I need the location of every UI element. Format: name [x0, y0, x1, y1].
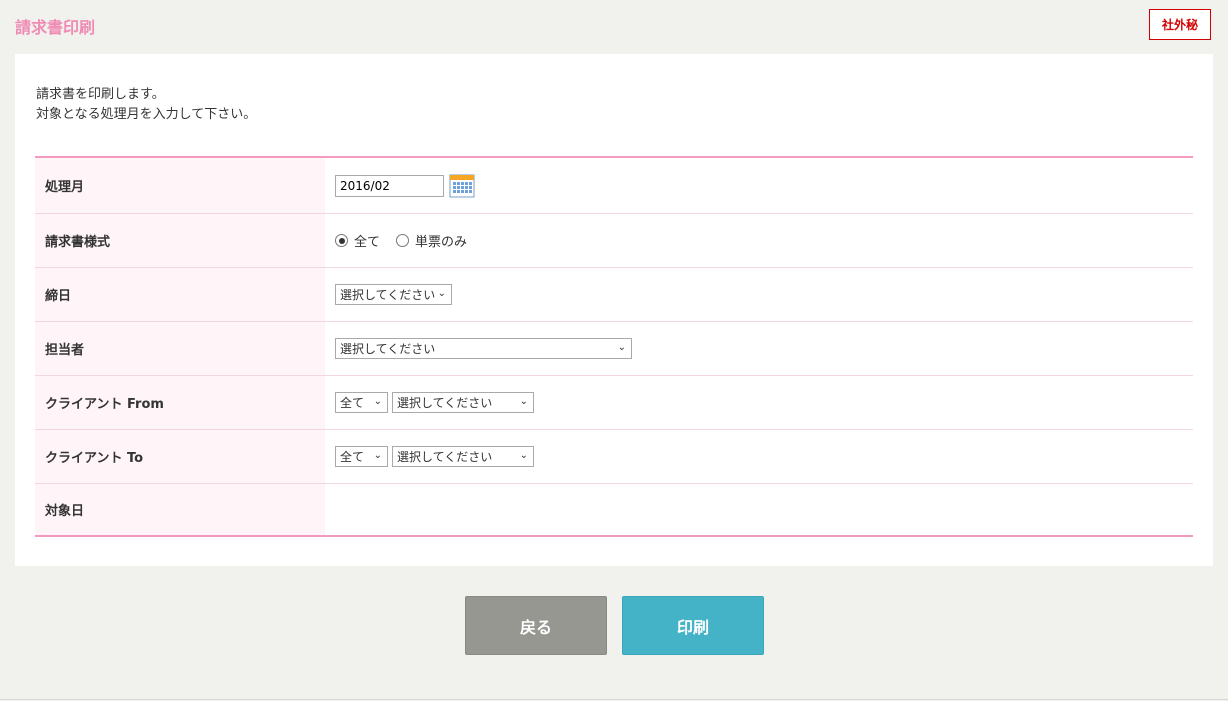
label-invoice-format: 請求書様式 [35, 214, 325, 267]
person-in-charge-select-value: 選択してください [340, 342, 436, 356]
client-to-select-value: 選択してください [397, 450, 493, 464]
calendar-icon[interactable] [449, 173, 475, 199]
intro-line-1: 請求書を印刷します。 [36, 87, 165, 102]
form-table: 処理月 請求書様式 [35, 156, 1193, 537]
form-row-client-to: クライアント To 全て ⌄ 選択してください ⌄ [35, 430, 1193, 484]
intro-text: 請求書を印刷します。 対象となる処理月を入力して下さい。 [36, 85, 256, 125]
person-in-charge-select[interactable]: 選択してください ⌄ [335, 338, 632, 359]
back-button[interactable]: 戻る [465, 596, 607, 655]
chevron-down-icon: ⌄ [437, 288, 446, 299]
label-target-date: 対象日 [35, 484, 325, 535]
label-person-in-charge: 担当者 [35, 322, 325, 375]
chevron-down-icon: ⌄ [373, 450, 382, 461]
client-to-filter-select[interactable]: 全て ⌄ [335, 446, 388, 467]
page-title: 請求書印刷 [15, 18, 96, 37]
client-to-filter-value: 全て [340, 450, 365, 464]
form-row-closing-day: 締日 選択してください ⌄ [35, 268, 1193, 322]
invoice-format-radio-group: 全て 単票のみ [335, 231, 477, 250]
client-from-filter-value: 全て [340, 396, 365, 410]
client-from-select-value: 選択してください [397, 396, 493, 410]
form-row-target-date: 対象日 [35, 484, 1193, 535]
form-row-processing-month: 処理月 [35, 158, 1193, 214]
chevron-down-icon: ⌄ [617, 342, 626, 353]
client-from-select[interactable]: 選択してください ⌄ [392, 392, 534, 413]
label-closing-day: 締日 [35, 268, 325, 321]
label-processing-month: 処理月 [35, 158, 325, 213]
chevron-down-icon: ⌄ [373, 396, 382, 407]
chevron-down-icon: ⌄ [519, 396, 528, 407]
client-from-filter-select[interactable]: 全て ⌄ [335, 392, 388, 413]
closing-day-select-value: 選択してください [340, 288, 436, 302]
main-panel: 請求書を印刷します。 対象となる処理月を入力して下さい。 処理月 2016/02… [15, 54, 1213, 566]
form-row-invoice-format: 請求書様式 全て 単票のみ [35, 214, 1193, 268]
chevron-down-icon: ⌄ [519, 450, 528, 461]
radio-all-label[interactable]: 全て [354, 231, 380, 250]
radio-all[interactable] [335, 234, 348, 247]
form-row-client-from: クライアント From 全て ⌄ 選択してください ⌄ [35, 376, 1193, 430]
client-to-select[interactable]: 選択してください ⌄ [392, 446, 534, 467]
intro-line-2: 対象となる処理月を入力して下さい。 [36, 107, 257, 122]
label-client-from: クライアント From [35, 376, 325, 429]
closing-day-select[interactable]: 選択してください ⌄ [335, 284, 452, 305]
form-row-person-in-charge: 担当者 選択してください ⌄ [35, 322, 1193, 376]
target-date-value [325, 484, 1193, 535]
processing-month-input[interactable] [335, 174, 444, 197]
confidential-badge: 社外秘 [1149, 9, 1211, 40]
radio-single-only-label[interactable]: 単票のみ [415, 231, 467, 250]
bottom-divider [0, 699, 1228, 700]
radio-single-only[interactable] [396, 234, 410, 247]
label-client-to: クライアント To [35, 430, 325, 483]
print-button[interactable]: 印刷 [622, 596, 764, 655]
